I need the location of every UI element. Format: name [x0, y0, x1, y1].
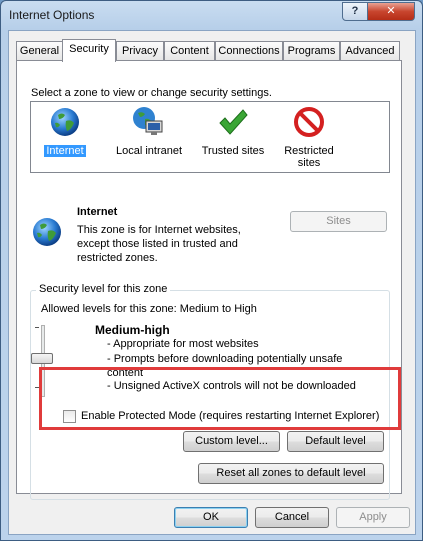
tab-privacy[interactable]: Privacy	[116, 41, 164, 61]
apply-button[interactable]: Apply	[336, 507, 410, 528]
intranet-icon	[133, 107, 163, 135]
tab-content[interactable]: Content	[164, 41, 215, 61]
title-bar[interactable]: Internet Options ? ✕	[1, 1, 422, 29]
zone-label: Trusted sites	[201, 145, 265, 157]
zone-internet[interactable]: Internet	[35, 106, 95, 157]
window-title: Internet Options	[9, 8, 95, 22]
security-level-group-title: Security level for this zone	[36, 283, 171, 295]
zone-trusted-sites[interactable]: Trusted sites	[197, 106, 269, 157]
cancel-button[interactable]: Cancel	[255, 507, 329, 528]
zone-label: Restricted sites	[284, 145, 334, 169]
allowed-levels: Allowed levels for this zone: Medium to …	[41, 303, 257, 315]
zone-local-intranet[interactable]: Local intranet	[109, 106, 189, 157]
default-level-button[interactable]: Default level	[287, 431, 384, 452]
globe-icon	[51, 108, 79, 136]
help-button[interactable]: ?	[342, 2, 368, 21]
slider-tick	[35, 327, 39, 328]
close-button[interactable]: ✕	[367, 2, 415, 21]
highlight-box	[39, 367, 401, 430]
tab-advanced[interactable]: Advanced	[340, 41, 400, 61]
tab-connections[interactable]: Connections	[215, 41, 283, 61]
zone-detail-description: This zone is for Internet websites, exce…	[77, 224, 241, 264]
dialog-client-area: General Security Privacy Content Connect…	[8, 30, 416, 535]
tab-security[interactable]: Security	[62, 39, 116, 62]
ok-button[interactable]: OK	[174, 507, 248, 528]
globe-icon	[33, 218, 61, 246]
zone-label: Internet	[44, 145, 86, 157]
zone-detail-title: Internet	[77, 206, 118, 218]
tab-general[interactable]: General	[16, 41, 63, 61]
internet-options-window: Internet Options ? ✕ General Security Pr…	[0, 0, 423, 541]
zone-list[interactable]: Internet Local intranet Trusted sites Re…	[30, 101, 390, 173]
restricted-icon	[294, 107, 324, 137]
zone-restricted-sites[interactable]: Restricted sites	[277, 106, 341, 169]
checkmark-icon	[219, 109, 248, 135]
zone-prompt: Select a zone to view or change security…	[31, 87, 272, 99]
zone-label: Local intranet	[115, 145, 183, 157]
level-bullet: - Appropriate for most websites	[107, 338, 259, 350]
security-level-name: Medium-high	[95, 323, 170, 337]
tab-programs[interactable]: Programs	[283, 41, 340, 61]
reset-all-zones-button[interactable]: Reset all zones to default level	[198, 463, 384, 484]
security-level-slider-thumb[interactable]	[31, 353, 53, 364]
sites-button[interactable]: Sites	[290, 211, 387, 232]
custom-level-button[interactable]: Custom level...	[183, 431, 280, 452]
